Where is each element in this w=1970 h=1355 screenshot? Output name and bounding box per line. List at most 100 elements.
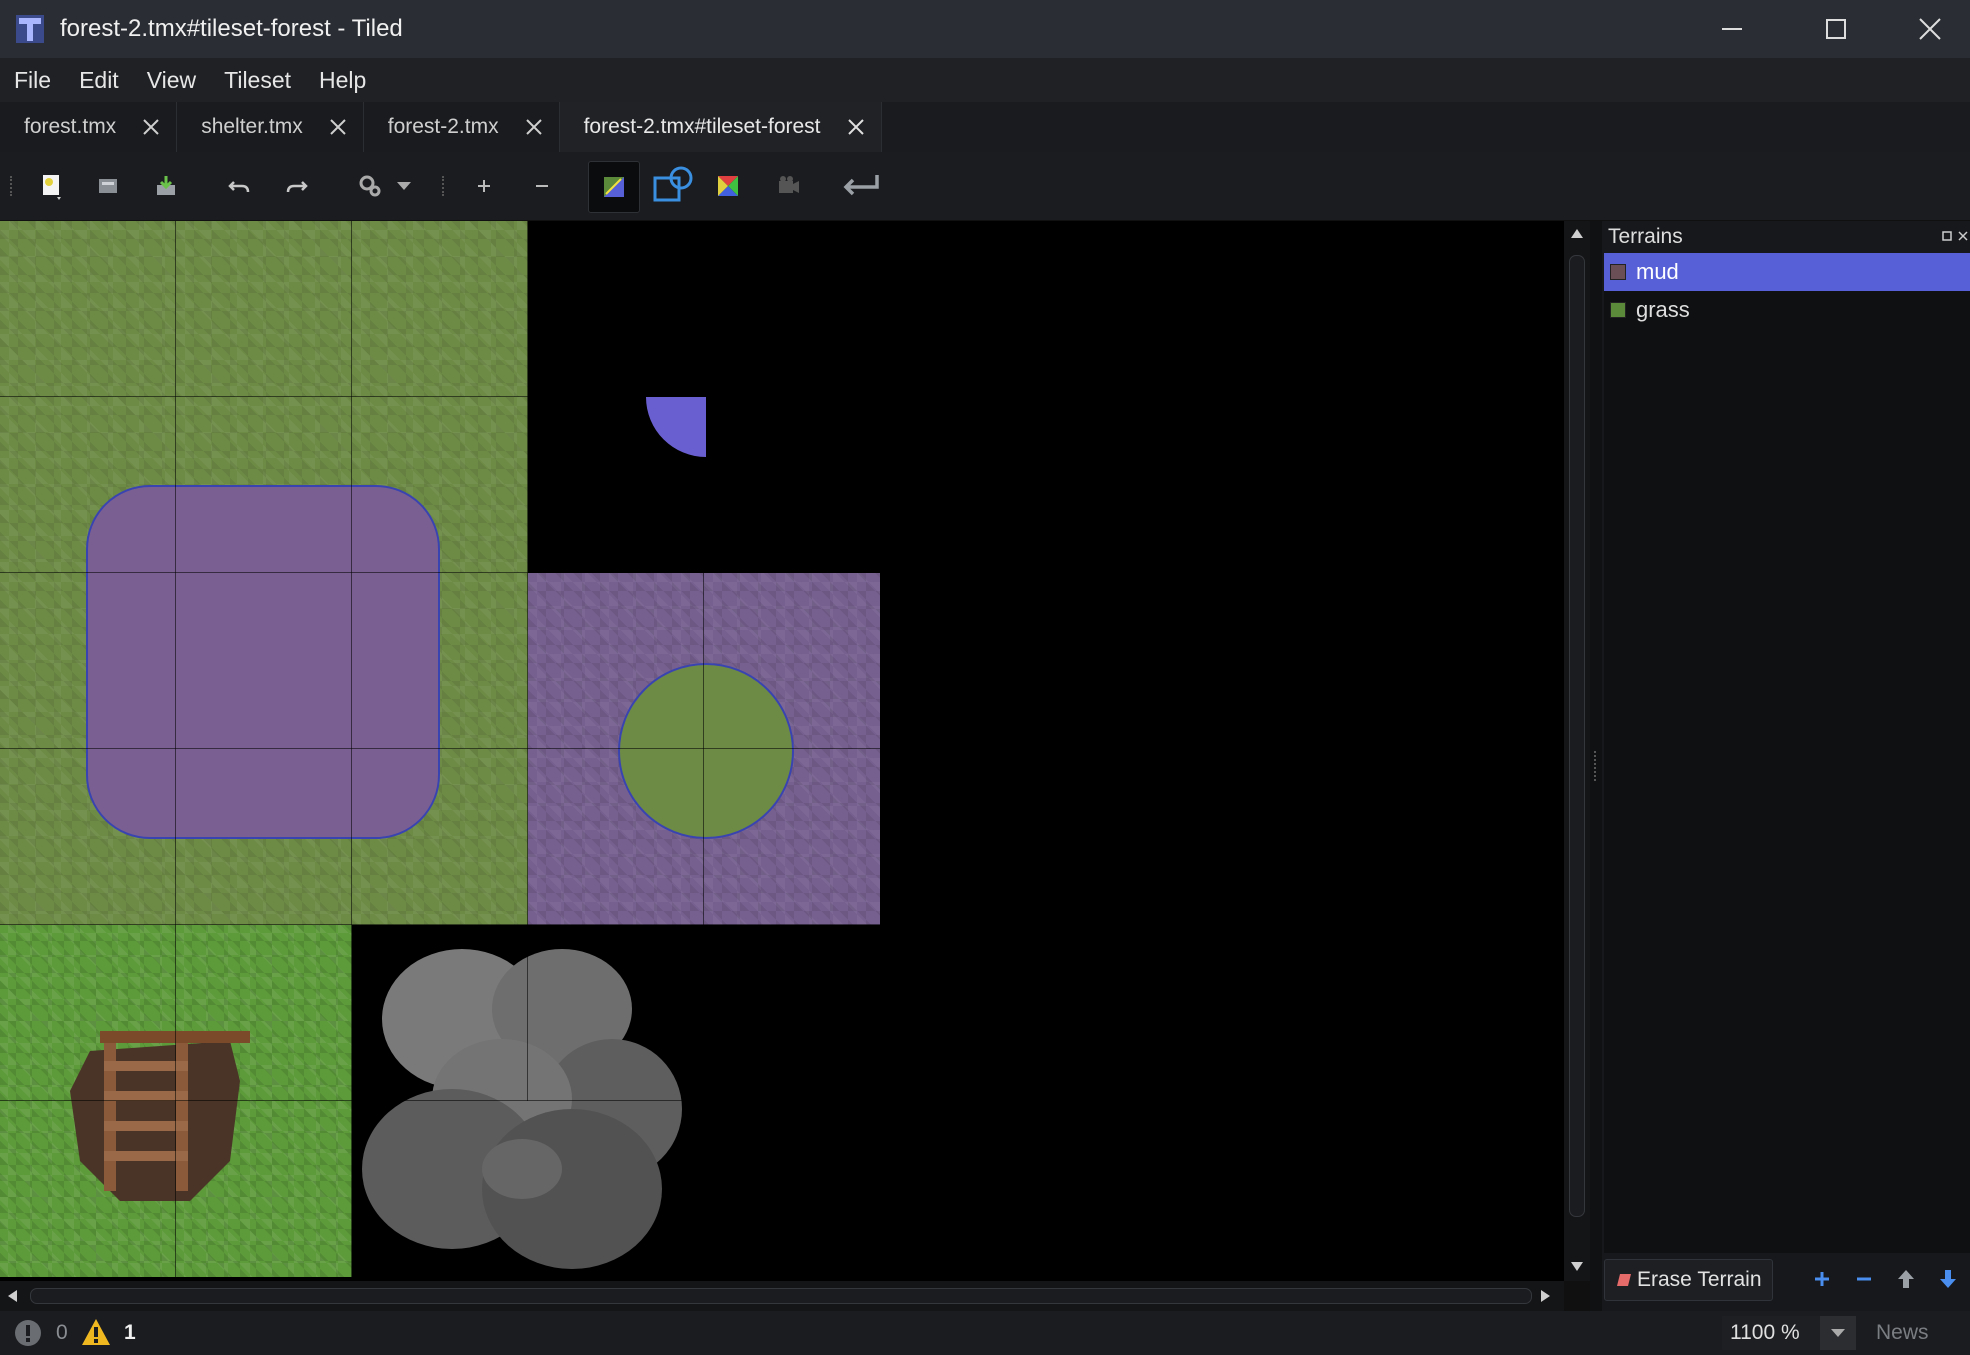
tab-label: forest-2.tmx xyxy=(387,115,499,138)
wang-sets-button[interactable] xyxy=(708,166,748,206)
menu-bar: File Edit View Tileset Help xyxy=(0,58,1970,102)
add-tiles-button[interactable] xyxy=(464,166,504,206)
tile-grass[interactable] xyxy=(352,221,528,397)
remove-terrain-button[interactable] xyxy=(1850,1265,1878,1293)
animation-editor-button[interactable] xyxy=(768,166,808,206)
scroll-thumb[interactable] xyxy=(1569,255,1585,1217)
panel-title: Terrains xyxy=(1608,225,1683,248)
close-icon xyxy=(525,119,542,135)
error-count: 0 xyxy=(56,1321,68,1344)
tile-grass[interactable] xyxy=(176,221,352,397)
scroll-thumb[interactable] xyxy=(30,1288,1532,1304)
dynamic-wrapping-icon xyxy=(843,175,879,196)
grid-line xyxy=(0,572,880,573)
grid-line xyxy=(0,396,528,397)
redo-icon xyxy=(286,181,308,193)
add-terrain-icon xyxy=(1815,1272,1829,1286)
collision-edit-button[interactable] xyxy=(650,163,696,209)
grid-line xyxy=(175,221,176,1281)
menu-tileset[interactable]: Tileset xyxy=(210,67,305,94)
close-window-button[interactable] xyxy=(1884,0,1970,58)
toolbar-separator xyxy=(442,176,448,196)
new-button[interactable] xyxy=(32,166,72,206)
dropdown-arrow-icon xyxy=(397,182,411,190)
terrain-label: mud xyxy=(1636,259,1679,284)
move-up-button[interactable] xyxy=(1892,1265,1920,1293)
open-file-icon xyxy=(99,179,117,193)
terrain-edit-button[interactable] xyxy=(588,161,640,213)
close-panel-icon[interactable] xyxy=(1958,231,1968,241)
undo-icon xyxy=(228,181,250,193)
document-tabs: forest.tmx shelter.tmx forest-2.tmx fore… xyxy=(0,102,1970,152)
ladder-hole-sprite xyxy=(70,1031,250,1201)
warning-count: 1 xyxy=(124,1321,136,1344)
add-tiles-icon xyxy=(478,180,490,192)
close-icon xyxy=(847,119,864,135)
menu-help[interactable]: Help xyxy=(305,67,380,94)
float-panel-icon[interactable] xyxy=(1942,231,1952,241)
scroll-down-icon[interactable] xyxy=(1570,1261,1584,1273)
scroll-up-icon[interactable] xyxy=(1570,227,1584,239)
redo-button[interactable] xyxy=(276,166,316,206)
panel-splitter[interactable] xyxy=(1590,221,1602,1311)
tileset-canvas[interactable] xyxy=(0,221,1564,1281)
menu-file[interactable]: File xyxy=(0,67,65,94)
menu-view[interactable]: View xyxy=(133,67,210,94)
open-button[interactable] xyxy=(88,166,128,206)
rocks-sprite xyxy=(362,949,682,1269)
maximize-icon xyxy=(1826,19,1846,39)
tileset-properties-dropdown[interactable] xyxy=(390,166,418,206)
tab-tileset-forest[interactable]: forest-2.tmx#tileset-forest xyxy=(559,102,882,152)
terrain-item-mud[interactable]: mud xyxy=(1604,253,1970,291)
dropdown-arrow-icon xyxy=(1831,1329,1845,1337)
move-up-icon xyxy=(1898,1270,1914,1288)
minimize-icon xyxy=(1722,28,1742,30)
maximize-button[interactable] xyxy=(1790,0,1882,58)
terrain-corner-marker xyxy=(646,397,706,457)
toolbar xyxy=(0,152,1970,220)
grid-line xyxy=(0,924,880,925)
tab-forest[interactable]: forest.tmx xyxy=(0,102,178,152)
tab-label: forest.tmx xyxy=(24,115,117,138)
toolbar-grip[interactable] xyxy=(10,176,16,196)
vertical-scrollbar[interactable] xyxy=(1564,221,1590,1281)
close-icon xyxy=(330,119,346,135)
close-icon xyxy=(1919,18,1941,40)
tab-close-button[interactable] xyxy=(845,116,867,138)
news-button[interactable]: News xyxy=(1876,1321,1929,1345)
tab-close-button[interactable] xyxy=(327,116,349,138)
terrain-item-grass[interactable]: grass xyxy=(1604,291,1970,329)
tab-shelter[interactable]: shelter.tmx xyxy=(177,102,364,152)
remove-tiles-button[interactable] xyxy=(522,166,562,206)
tile-grass[interactable] xyxy=(0,221,176,397)
scroll-left-icon[interactable] xyxy=(6,1289,18,1303)
tileset-properties-button[interactable] xyxy=(350,166,390,206)
horizontal-scrollbar[interactable] xyxy=(0,1281,1564,1311)
save-button[interactable] xyxy=(146,166,186,206)
add-terrain-button[interactable] xyxy=(1808,1265,1836,1293)
move-down-button[interactable] xyxy=(1934,1265,1962,1293)
terrain-list[interactable]: mud grass xyxy=(1604,253,1970,1253)
erase-terrain-label: Erase Terrain xyxy=(1637,1268,1762,1291)
tileset-properties-icon xyxy=(359,175,381,197)
minimize-button[interactable] xyxy=(1686,0,1778,58)
grid-line xyxy=(703,573,704,925)
terrain-edit-icon xyxy=(604,177,624,197)
dynamic-wrapping-button[interactable] xyxy=(834,166,888,206)
warning-icon[interactable] xyxy=(80,1317,112,1347)
scroll-right-icon[interactable] xyxy=(1540,1289,1552,1303)
tab-forest-2[interactable]: forest-2.tmx xyxy=(364,102,560,152)
terrain-swatch xyxy=(1610,302,1626,318)
remove-terrain-icon xyxy=(1857,1277,1871,1281)
erase-terrain-button[interactable]: Erase Terrain xyxy=(1604,1259,1773,1301)
menu-edit[interactable]: Edit xyxy=(65,67,133,94)
tab-close-button[interactable] xyxy=(523,116,545,138)
grid-line xyxy=(0,748,880,749)
undo-button[interactable] xyxy=(220,166,260,206)
zoom-dropdown-button[interactable] xyxy=(1820,1316,1856,1350)
save-file-icon xyxy=(157,176,175,195)
tab-close-button[interactable] xyxy=(140,116,162,138)
error-icon[interactable] xyxy=(14,1319,42,1347)
terrain-label: grass xyxy=(1636,297,1690,322)
animation-editor-icon xyxy=(779,176,799,193)
